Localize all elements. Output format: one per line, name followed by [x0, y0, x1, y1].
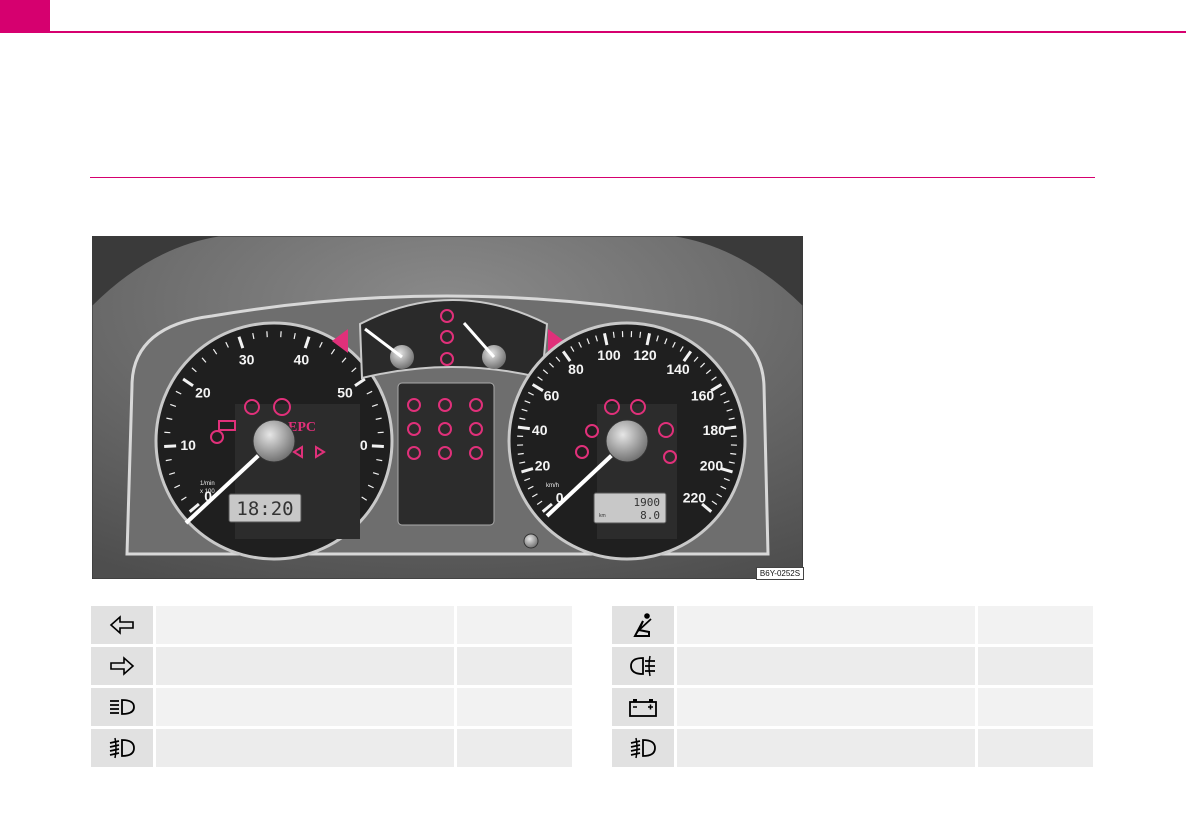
legend-reference	[455, 645, 572, 688]
scale-label: 220	[683, 489, 707, 505]
legend-description	[154, 727, 457, 770]
scale-label: 10	[180, 437, 196, 453]
scale-label: 50	[337, 384, 353, 400]
legend-row	[91, 686, 572, 729]
scale-label: 40	[294, 351, 310, 367]
odometer-display: 1900	[634, 496, 661, 509]
legend-row	[91, 727, 572, 770]
scale-label: 140	[666, 361, 690, 377]
speed-unit: km/h	[546, 483, 559, 489]
legend-row	[612, 606, 1093, 647]
arrow-left-icon	[91, 606, 156, 647]
battery-icon	[612, 686, 677, 729]
header-rule	[0, 31, 1186, 33]
legend-reference	[455, 727, 572, 770]
scale-label: 20	[535, 458, 551, 474]
legend-reference	[976, 606, 1093, 647]
legend-reference	[976, 727, 1093, 770]
major-tick	[164, 444, 177, 448]
scale-label: 20	[195, 384, 211, 400]
trip-unit: km	[599, 513, 606, 519]
speed-knob	[605, 419, 649, 463]
legend-description	[154, 686, 457, 729]
minor-tick	[730, 452, 737, 455]
scale-label: 180	[703, 422, 727, 438]
section-rule	[90, 177, 1095, 178]
clock-display: 18:20	[236, 498, 293, 520]
main-beam-icon	[91, 686, 156, 729]
legend-description	[675, 606, 978, 647]
major-tick	[517, 425, 530, 431]
scale-label: 120	[633, 347, 657, 363]
legend-row	[612, 686, 1093, 729]
figure-code: B6Y-0252S	[756, 567, 804, 580]
legend-reference	[455, 686, 572, 729]
rev-unit-line2: x 100	[200, 489, 215, 495]
legend-table-left	[91, 606, 572, 770]
legend-description	[675, 727, 978, 770]
rev-knob	[252, 419, 296, 463]
minor-tick	[517, 452, 524, 455]
major-tick	[724, 425, 737, 431]
front-fog-light-icon	[612, 727, 677, 770]
legend-row	[612, 645, 1093, 688]
major-tick	[371, 444, 384, 448]
speedometer: 020406080100 120140160180200220 km/h 1900…	[507, 321, 747, 561]
legend-reference	[976, 686, 1093, 729]
scale-label: 200	[700, 458, 724, 474]
legend-description	[675, 645, 978, 688]
legend-description	[154, 606, 457, 647]
rev-counter: 010203040506070 1/min x 100 18:20 EPC	[154, 321, 394, 561]
scale-label: 30	[239, 351, 255, 367]
scale-label: 160	[691, 388, 715, 404]
legend-row	[612, 727, 1093, 770]
trip-reset-button	[523, 533, 539, 549]
seat-belt-icon	[612, 606, 677, 647]
legend-table-right	[612, 606, 1093, 770]
page-tab	[0, 0, 50, 33]
arrow-right-icon	[91, 645, 156, 688]
legend-description	[675, 686, 978, 729]
trip-display: 8.0	[640, 509, 660, 522]
legend-reference	[455, 606, 572, 647]
rear-fog-light-icon	[612, 645, 677, 688]
legend-row	[91, 645, 572, 688]
minor-tick	[612, 331, 615, 338]
front-fog-light-icon	[91, 727, 156, 770]
instrument-cluster-figure: 010203040506070 1/min x 100 18:20 EPC	[92, 236, 803, 579]
legend-row	[91, 606, 572, 647]
minor-tick	[639, 331, 642, 338]
rev-unit-line1: 1/min	[200, 481, 215, 487]
scale-label: 80	[568, 361, 584, 377]
legend-reference	[976, 645, 1093, 688]
scale-label: 60	[544, 388, 560, 404]
legend-description	[154, 645, 457, 688]
scale-label: 100	[597, 347, 621, 363]
scale-label: 40	[532, 422, 548, 438]
